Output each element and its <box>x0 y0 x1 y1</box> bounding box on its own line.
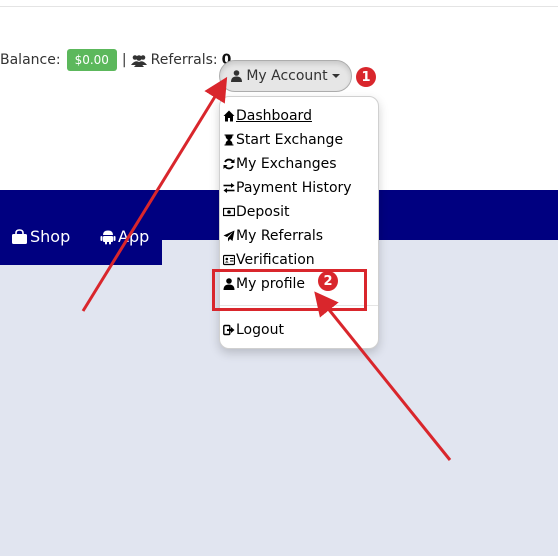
step-badge-1: 1 <box>356 67 376 87</box>
money-icon <box>223 207 235 217</box>
user-icon <box>231 70 243 82</box>
menu-item-label: Payment History <box>236 180 352 196</box>
shopping-bag-icon <box>12 228 27 244</box>
menu-item-label: Logout <box>236 322 284 338</box>
account-dropdown-menu: Dashboard Start Exchange My Exchanges Pa… <box>219 96 379 349</box>
menu-item-logout[interactable]: Logout <box>223 320 284 340</box>
highlight-box-my-profile <box>212 269 367 311</box>
hourglass-icon <box>224 134 234 146</box>
chevron-down-icon <box>331 74 340 78</box>
balance-label: Balance: <box>0 52 61 68</box>
menu-item-label: My Exchanges <box>236 156 337 172</box>
balance-badge: $0.00 <box>66 49 117 71</box>
content-area-left <box>0 265 162 556</box>
home-icon <box>223 110 235 122</box>
step-badge-2: 2 <box>318 271 338 291</box>
my-account-button[interactable]: My Account <box>219 60 352 92</box>
menu-item-label: Dashboard <box>236 108 312 124</box>
top-divider <box>0 6 558 7</box>
account-summary: Balance: $0.00 | Referrals: 0 <box>0 48 231 72</box>
menu-item-start-exchange[interactable]: Start Exchange <box>223 130 343 150</box>
menu-item-label: Verification <box>236 252 315 268</box>
nav-item-label: App <box>118 227 150 246</box>
users-icon <box>130 54 147 67</box>
menu-item-deposit[interactable]: Deposit <box>223 202 290 222</box>
menu-item-dashboard[interactable]: Dashboard <box>223 106 312 126</box>
exchange-icon <box>223 183 235 193</box>
menu-item-my-exchanges[interactable]: My Exchanges <box>223 154 337 174</box>
menu-item-label: Deposit <box>236 204 290 220</box>
menu-item-verification[interactable]: Verification <box>223 250 315 270</box>
menu-item-my-referrals[interactable]: My Referrals <box>223 226 323 246</box>
page: Balance: $0.00 | Referrals: 0 Shop App M… <box>0 0 558 556</box>
id-card-icon <box>223 254 235 266</box>
nav-item-app[interactable]: App <box>100 227 149 246</box>
refresh-icon <box>223 158 235 170</box>
menu-item-payment-history[interactable]: Payment History <box>223 178 352 198</box>
android-icon <box>100 230 116 244</box>
separator: | <box>121 52 127 68</box>
menu-item-label: My Referrals <box>236 228 324 244</box>
paper-plane-icon <box>223 230 235 242</box>
menu-item-label: Start Exchange <box>236 132 344 148</box>
nav-item-shop[interactable]: Shop <box>11 227 70 246</box>
nav-item-label: Shop <box>30 227 71 246</box>
referrals-label: Referrals: <box>150 52 218 68</box>
my-account-label: My Account <box>246 68 328 84</box>
sign-out-icon <box>223 324 235 336</box>
